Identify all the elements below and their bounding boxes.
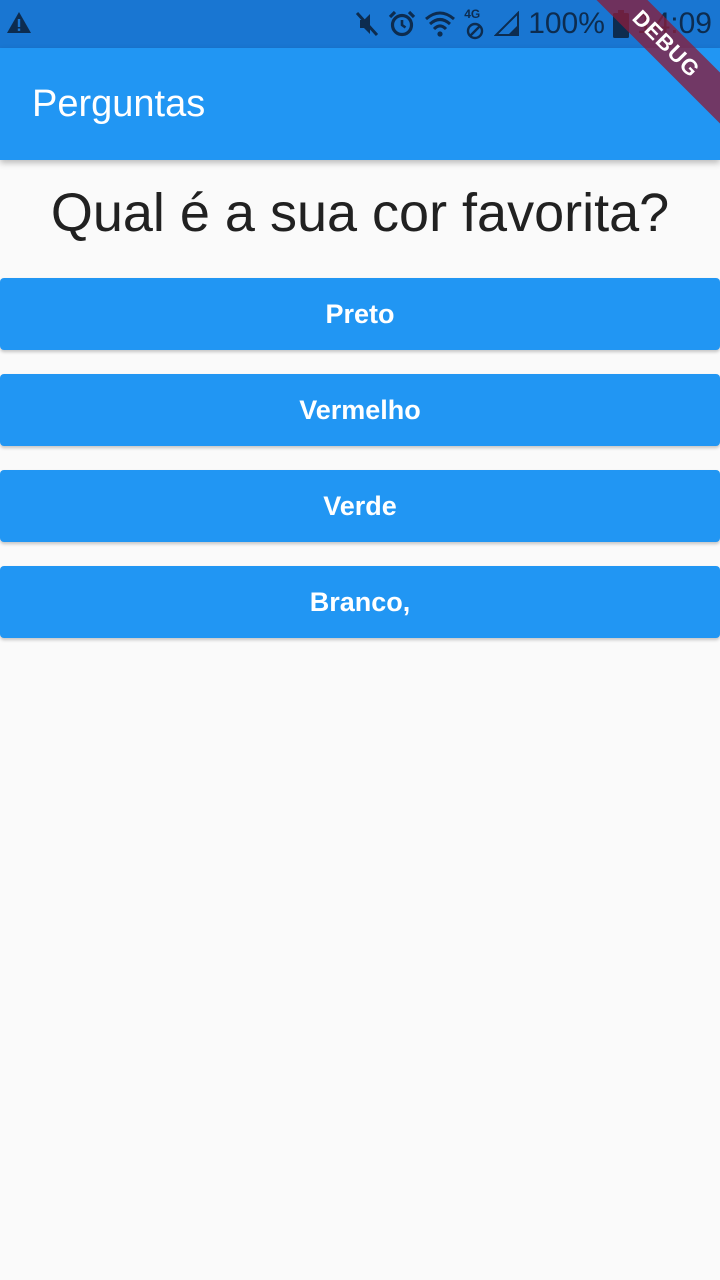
- answer-button-verde[interactable]: Verde: [0, 470, 720, 542]
- question-text: Qual é a sua cor favorita?: [50, 183, 670, 243]
- battery-percent: 100%: [528, 7, 605, 40]
- no-sim-icon: 4G: [464, 7, 486, 41]
- app-screen: 4G 100% 14:09 Perguntas DEBUG Qual é a s…: [0, 0, 720, 1280]
- answer-list: Preto Vermelho Verde Branco,: [0, 278, 720, 662]
- answer-button-branco[interactable]: Branco,: [0, 566, 720, 638]
- alarm-icon: [388, 10, 416, 38]
- warning-icon: [6, 10, 32, 36]
- signal-icon: [494, 11, 520, 37]
- app-title: Perguntas: [32, 83, 206, 125]
- answer-button-vermelho[interactable]: Vermelho: [0, 374, 720, 446]
- answer-button-preto[interactable]: Preto: [0, 278, 720, 350]
- wifi-icon: [424, 10, 456, 38]
- mute-icon: [354, 10, 380, 38]
- network-type-label: 4G: [464, 7, 481, 21]
- app-bar: Perguntas: [0, 48, 720, 160]
